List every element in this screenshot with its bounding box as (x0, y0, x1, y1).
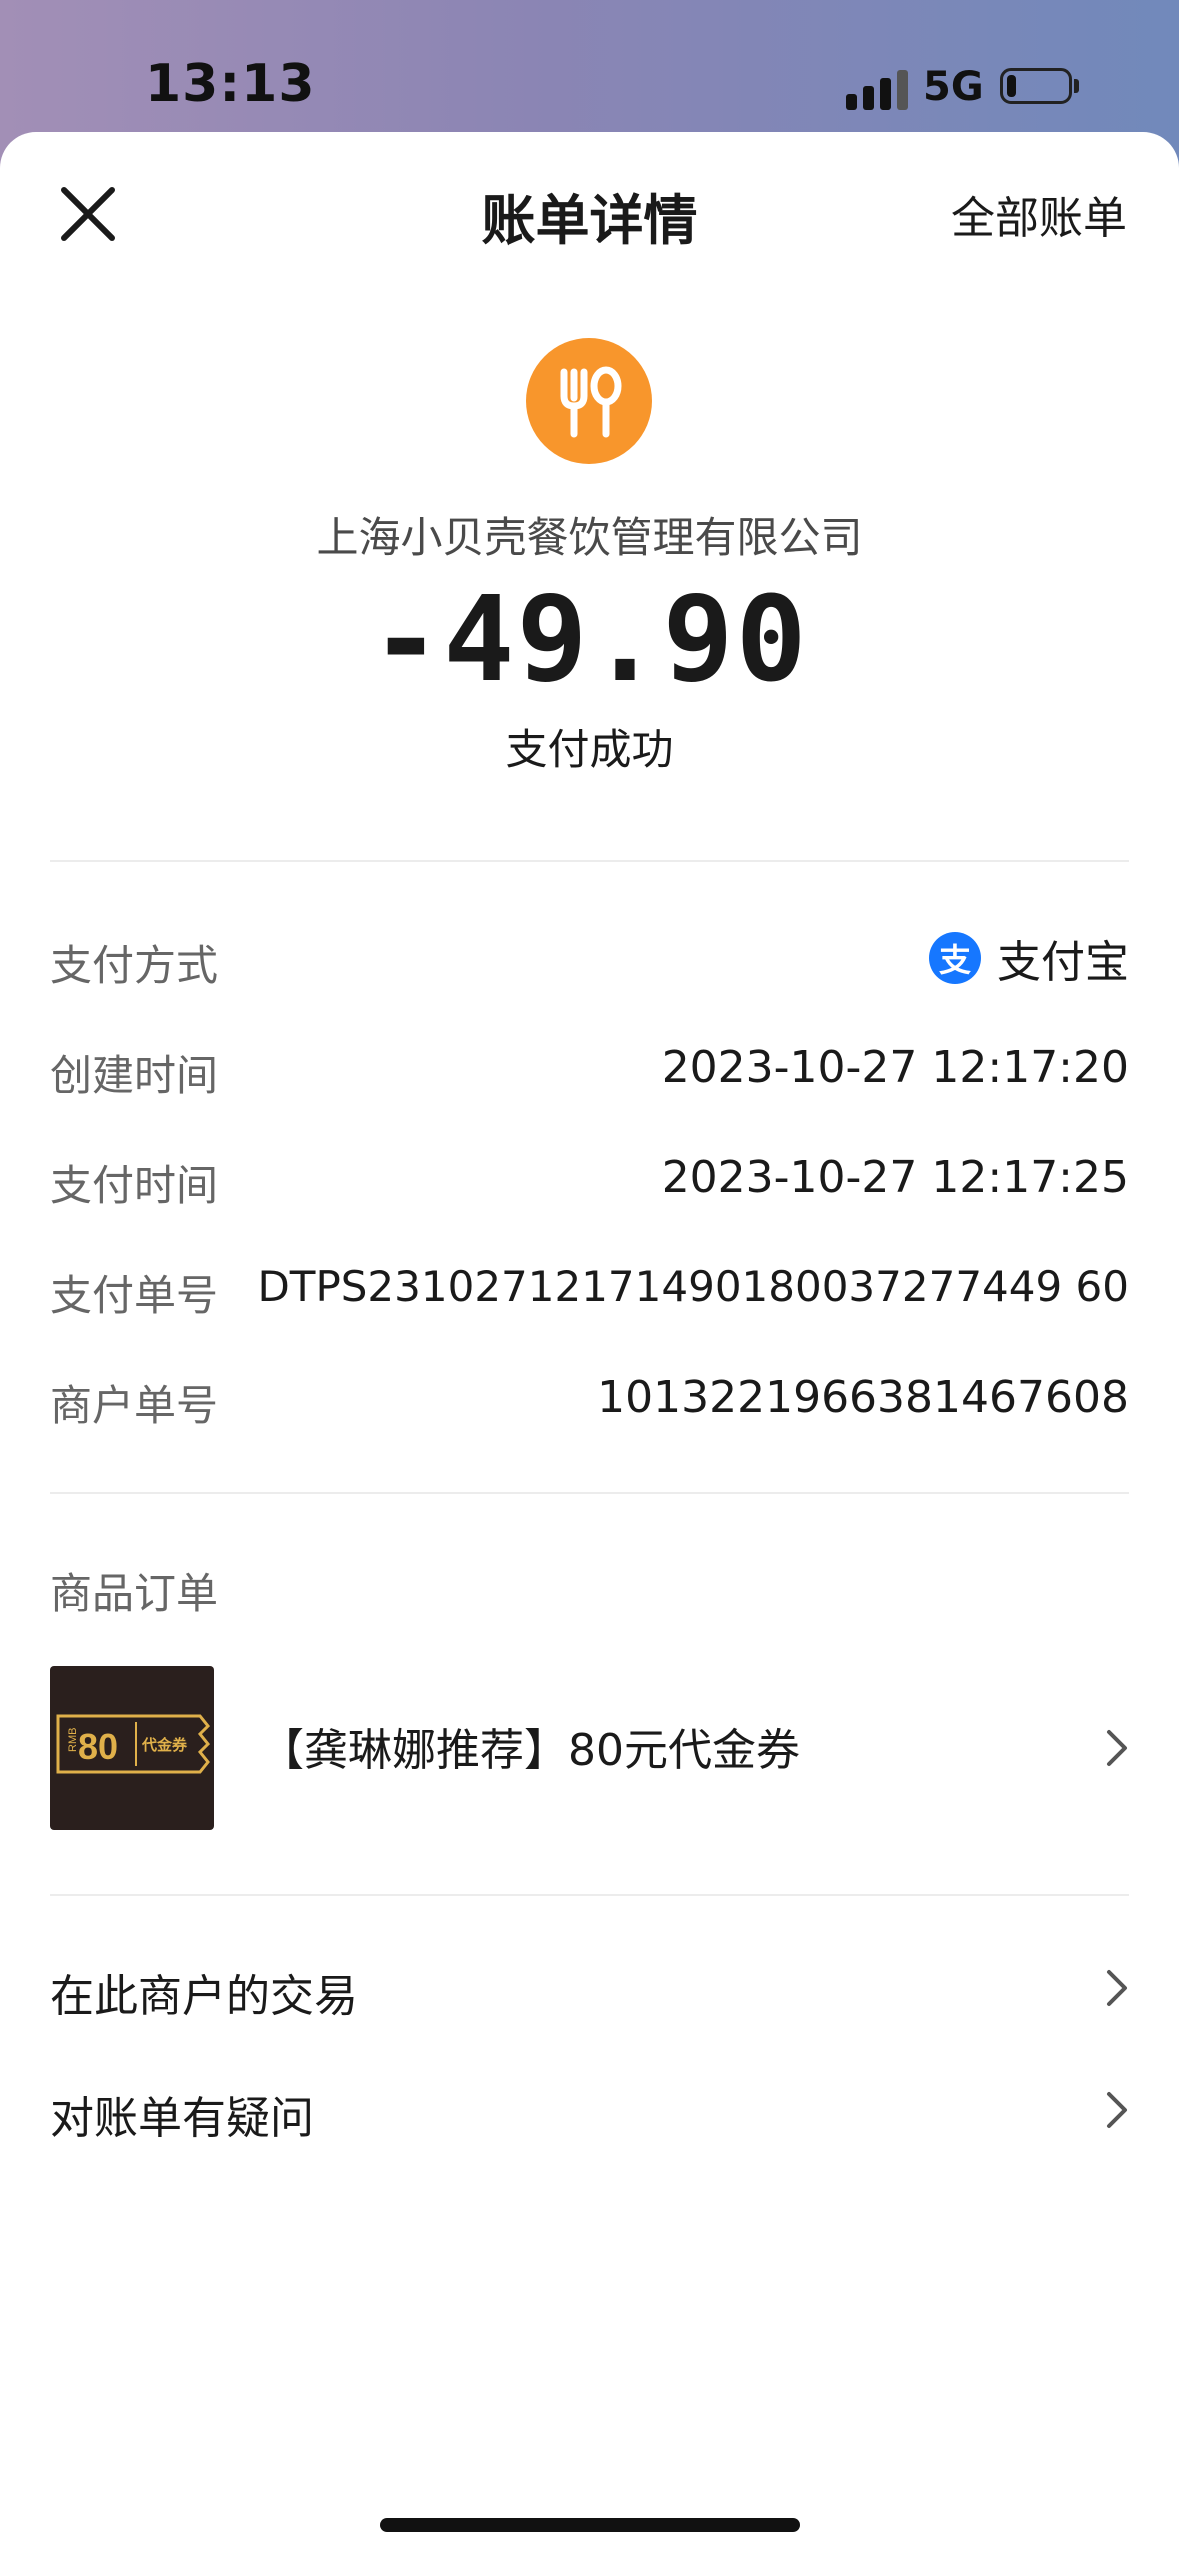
merchant-no-label: 商户单号 (50, 1381, 219, 1430)
home-indicator[interactable] (380, 2518, 800, 2532)
payment-method-value: 支 支付宝 (929, 926, 1129, 990)
battery-level (1007, 75, 1016, 97)
merchant-name: 上海小贝壳餐饮管理有限公司 (316, 513, 863, 562)
order-section-title: 商品订单 (50, 1569, 219, 1618)
created-time-label: 创建时间 (50, 1051, 219, 1100)
status-bar: 13:13 5G (0, 0, 1179, 132)
all-bills-link[interactable]: 全部账单 (951, 182, 1127, 246)
fork-spoon-icon (560, 366, 622, 438)
network-label: 5G (923, 64, 984, 110)
row-merchant-no: 商户单号 1013221966381467608 (50, 1358, 1129, 1438)
link-label: 对账单有疑问 (50, 2093, 314, 2144)
chevron-right-icon (1107, 1730, 1127, 1766)
voucher-graphic: RMB 80 代金券 (56, 1714, 211, 1774)
merchant-no-value: 1013221966381467608 (597, 1372, 1129, 1423)
chevron-right-icon (1107, 2092, 1127, 2128)
bill-detail-sheet: 账单详情 全部账单 上海小贝壳餐饮管理有限公司 -49.90 支付成功 支付方式… (0, 132, 1179, 2556)
battery-icon (1000, 68, 1072, 104)
payment-method-text: 支付宝 (997, 937, 1129, 988)
divider (50, 860, 1129, 862)
signal-icon (846, 66, 908, 110)
voucher-label: 代金券 (141, 1736, 188, 1754)
status-time: 13:13 (145, 54, 316, 114)
divider (50, 1492, 1129, 1494)
paid-time-value: 2023-10-27 12:17:25 (661, 1152, 1129, 1203)
bill-question-link[interactable]: 对账单有疑问 (50, 2060, 1129, 2160)
divider (50, 1894, 1129, 1896)
row-created-time: 创建时间 2023-10-27 12:17:20 (50, 1028, 1129, 1108)
row-payment-method: 支付方式 支 支付宝 (50, 918, 1129, 998)
link-label: 在此商户的交易 (50, 1971, 358, 2022)
chevron-right-icon (1107, 1970, 1127, 2006)
row-paid-time: 支付时间 2023-10-27 12:17:25 (50, 1138, 1129, 1218)
order-item-title: 【龚琳娜推荐】80元代金券 (260, 1725, 800, 1776)
payment-method-label: 支付方式 (50, 941, 219, 990)
payment-no-value: DTPS23102712171490180037277449 60 (257, 1262, 1129, 1311)
created-time-value: 2023-10-27 12:17:20 (661, 1042, 1129, 1093)
merchant-transactions-link[interactable]: 在此商户的交易 (50, 1938, 1129, 2038)
payment-status: 支付成功 (505, 725, 674, 774)
battery-nub (1074, 79, 1079, 93)
payment-amount: -49.90 (370, 570, 809, 708)
order-item[interactable]: RMB 80 代金券 【龚琳娜推荐】80元代金券 (50, 1666, 1129, 1830)
paid-time-label: 支付时间 (50, 1161, 219, 1210)
voucher-amount: 80 (78, 1726, 118, 1767)
merchant-logo (526, 338, 652, 464)
row-payment-no: 支付单号 DTPS23102712171490180037277449 60 (50, 1248, 1129, 1328)
alipay-icon: 支 (929, 932, 981, 984)
payment-no-label: 支付单号 (50, 1271, 219, 1320)
voucher-thumbnail: RMB 80 代金券 (50, 1666, 214, 1830)
